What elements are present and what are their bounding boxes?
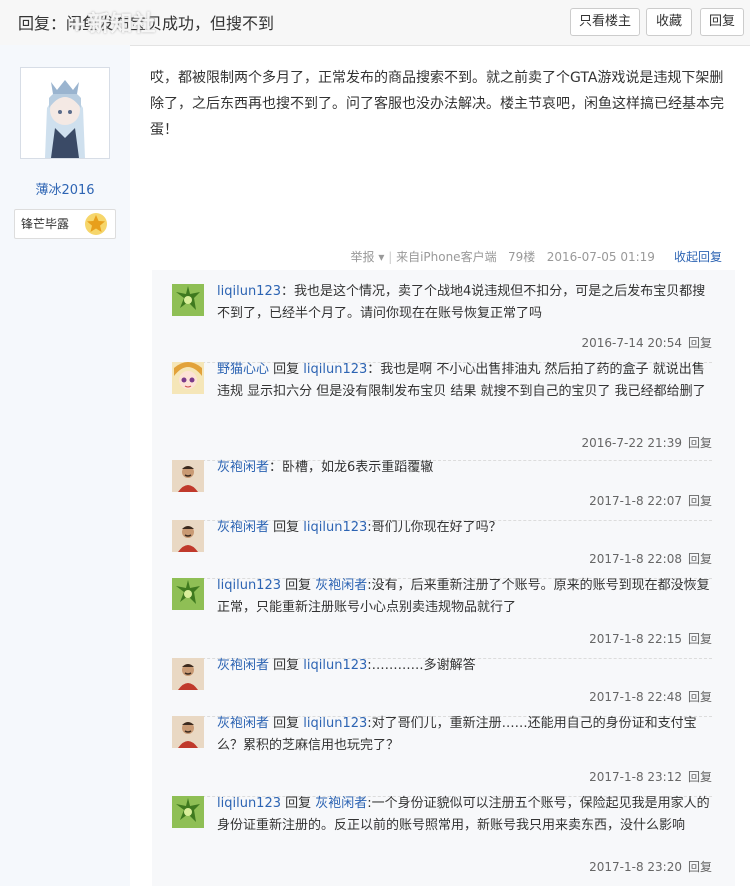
reply-avatar[interactable] — [172, 578, 204, 610]
post-time: 2016-07-05 01:19 — [546, 250, 655, 264]
reply-footer: 2017-1-8 22:15 回复 — [589, 630, 712, 647]
reply-text: liqilun123 回复 灰袍闲者:没有，后来重新注册了个账号。原来的账号到现… — [217, 575, 717, 619]
divider: | — [388, 250, 393, 264]
reply-avatar[interactable] — [172, 284, 204, 316]
reply-word: 回复 — [285, 578, 316, 593]
reply-avatar[interactable] — [172, 716, 204, 748]
reply-target-username[interactable]: liqilun123 — [303, 520, 367, 535]
floor-number: 79楼 — [508, 250, 536, 264]
reply-target-username[interactable]: liqilun123 — [303, 362, 367, 377]
reply-time: 2017-1-8 23:20 — [589, 860, 682, 874]
badge-label: 锋芒毕露 — [21, 217, 70, 231]
reply-item: 灰袍闲者 回复 liqilun123:对了哥们儿，重新注册……还能用自己的身份证… — [172, 716, 712, 797]
reply-item: 野猫心心 回复 liqilun123：我也是啊 不小心出售排油丸 然后拍了药的盒… — [172, 362, 712, 461]
reply-username[interactable]: 灰袍闲者 — [217, 658, 269, 673]
reply-link[interactable]: 回复 — [688, 552, 712, 566]
reply-username[interactable]: liqilun123 — [217, 578, 281, 593]
star-badge-icon — [85, 213, 107, 235]
reply-text: 野猫心心 回复 liqilun123：我也是啊 不小心出售排油丸 然后拍了药的盒… — [217, 359, 717, 403]
reply-time: 2017-1-8 22:15 — [589, 632, 682, 646]
post-source: 来自iPhone客户端 — [396, 250, 497, 264]
post-meta: 举报 ▾ | 来自iPhone客户端 79楼 2016-07-05 01:19 … — [350, 248, 722, 265]
reply-link[interactable]: 回复 — [688, 770, 712, 784]
reply-time: 2017-1-8 23:12 — [589, 770, 682, 784]
reply-target-username[interactable]: 灰袍闲者 — [315, 796, 367, 811]
author-panel: 薄冰2016 锋芒毕露 — [0, 45, 130, 886]
reply-username[interactable]: 灰袍闲者 — [217, 520, 269, 535]
post-body: 哎，都被限制两个多月了，正常发布的商品搜索不到。就之前卖了个GTA游戏说是违规下… — [150, 70, 724, 138]
author-level-badge: 锋芒毕露 — [14, 209, 116, 239]
reply-target-username[interactable]: 灰袍闲者 — [315, 578, 367, 593]
reply-avatar[interactable] — [172, 658, 204, 690]
reply-avatar[interactable] — [172, 520, 204, 552]
watermark-logo: +新知社 — [68, 12, 157, 37]
reply-avatar[interactable] — [172, 460, 204, 492]
reply-text: liqilun123 回复 灰袍闲者:一个身份证貌似可以注册五个账号，保险起见我… — [217, 793, 717, 837]
reply-footer: 2017-1-8 22:48 回复 — [589, 688, 712, 705]
reply-word: 回复 — [273, 520, 304, 535]
reply-link[interactable]: 回复 — [688, 632, 712, 646]
reply-avatar[interactable] — [172, 362, 204, 394]
reply-item: liqilun123 回复 灰袍闲者:没有，后来重新注册了个账号。原来的账号到现… — [172, 578, 712, 659]
collect-button[interactable]: 收藏 — [646, 8, 692, 36]
reply-text: 灰袍闲者 回复 liqilun123:哥们儿你现在好了吗？ — [217, 517, 717, 539]
reply-time: 2016-7-22 21:39 — [581, 436, 682, 450]
author-avatar[interactable] — [20, 67, 110, 159]
reply-link[interactable]: 回复 — [688, 336, 712, 350]
reply-footer: 2016-7-14 20:54 回复 — [581, 334, 712, 351]
reply-time: 2017-1-8 22:07 — [589, 494, 682, 508]
reply-time: 2017-1-8 22:48 — [589, 690, 682, 704]
only-op-button[interactable]: 只看楼主 — [570, 8, 640, 36]
reply-username[interactable]: liqilun123 — [217, 284, 281, 299]
reply-text: 灰袍闲者：卧槽，如龙6表示重蹈覆辙 — [217, 460, 434, 475]
reply-list: liqilun123：我也是这个情况，卖了个战地4说违规但不扣分，可是之后发布宝… — [152, 270, 735, 886]
reply-word: 回复 — [273, 362, 304, 377]
reply-word: 回复 — [273, 658, 304, 673]
reply-link[interactable]: 回复 — [688, 690, 712, 704]
reply-body: 卧槽，如龙6表示重蹈覆辙 — [282, 460, 434, 475]
reply-username[interactable]: liqilun123 — [217, 796, 281, 811]
reply-footer: 2017-1-8 22:08 回复 — [589, 550, 712, 567]
reply-link[interactable]: 回复 — [688, 494, 712, 508]
reply-text: 灰袍闲者 回复 liqilun123:…………多谢解答 — [217, 655, 717, 677]
reply-item: liqilun123 回复 灰袍闲者:一个身份证貌似可以注册五个账号，保险起见我… — [172, 796, 712, 886]
reply-link[interactable]: 回复 — [688, 860, 712, 874]
reply-footer: 2017-1-8 22:07 回复 — [589, 492, 712, 509]
collapse-replies-link[interactable]: 收起回复 — [674, 250, 722, 264]
reply-word: 回复 — [273, 716, 304, 731]
reply-body: :哥们儿你现在好了吗？ — [367, 520, 502, 535]
reply-button[interactable]: 回复 — [700, 8, 744, 36]
reply-target-username[interactable]: liqilun123 — [303, 658, 367, 673]
reply-footer: 2017-1-8 23:20 回复 — [589, 858, 712, 875]
reply-username[interactable]: 灰袍闲者 — [217, 716, 269, 731]
reply-username[interactable]: 野猫心心 — [217, 362, 269, 377]
report-link[interactable]: 举报 — [350, 250, 374, 264]
reply-word: 回复 — [285, 796, 316, 811]
reply-target-username[interactable]: liqilun123 — [303, 716, 367, 731]
author-name[interactable]: 薄冰2016 — [0, 179, 130, 198]
chevron-down-icon[interactable]: ▾ — [378, 250, 384, 264]
reply-item: 灰袍闲者 回复 liqilun123:…………多谢解答 2017-1-8 22:4… — [172, 658, 712, 717]
reply-link[interactable]: 回复 — [688, 436, 712, 450]
thread-header: 回复：闲鱼发布宝贝成功，但搜不到 +新知社 只看楼主 收藏 回复 — [0, 0, 750, 46]
reply-time: 2017-1-8 22:08 — [589, 552, 682, 566]
reply-avatar[interactable] — [172, 796, 204, 828]
reply-time: 2016-7-14 20:54 — [581, 336, 682, 350]
reply-footer: 2017-1-8 23:12 回复 — [589, 768, 712, 785]
reply-item: 灰袍闲者 回复 liqilun123:哥们儿你现在好了吗？ 2017-1-8 22… — [172, 520, 712, 579]
reply-footer: 2016-7-22 21:39 回复 — [581, 434, 712, 451]
reply-username[interactable]: 灰袍闲者 — [217, 460, 269, 475]
reply-item: liqilun123：我也是这个情况，卖了个战地4说违规但不扣分，可是之后发布宝… — [172, 284, 712, 363]
reply-text: 灰袍闲者 回复 liqilun123:对了哥们儿，重新注册……还能用自己的身份证… — [217, 713, 717, 757]
reply-body: :…………多谢解答 — [367, 658, 476, 673]
reply-text: liqilun123：我也是这个情况，卖了个战地4说违规但不扣分，可是之后发布宝… — [217, 284, 706, 321]
reply-item: 灰袍闲者：卧槽，如龙6表示重蹈覆辙 2017-1-8 22:07 回复 — [172, 460, 712, 521]
